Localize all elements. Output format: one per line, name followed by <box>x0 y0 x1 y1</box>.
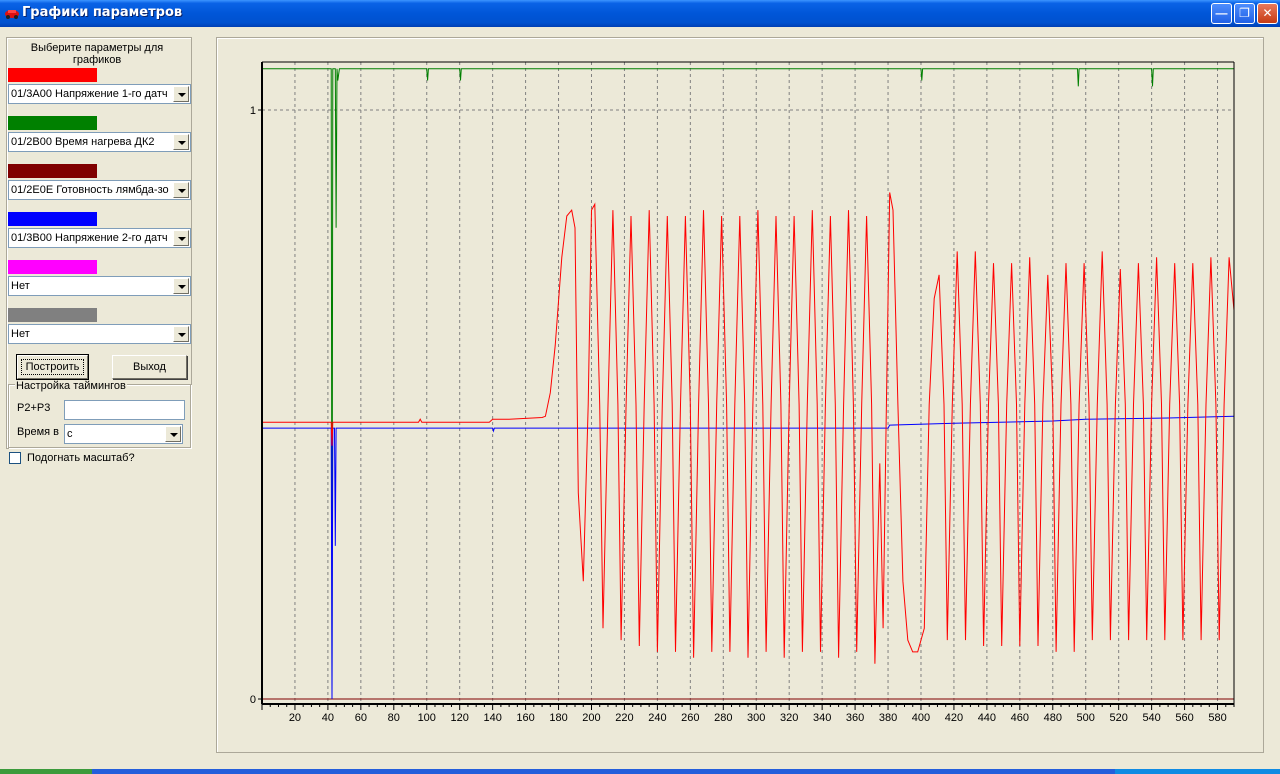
x-tick-label: 560 <box>1175 712 1193 724</box>
x-tick-label: 80 <box>388 712 400 724</box>
x-tick-label: 460 <box>1011 712 1029 724</box>
x-tick-label: 320 <box>780 712 798 724</box>
x-tick-label: 300 <box>747 712 765 724</box>
x-tick-label: 540 <box>1142 712 1160 724</box>
x-tick-label: 340 <box>813 712 831 724</box>
x-tick-label: 140 <box>483 712 501 724</box>
y-axis-ticks: 01 <box>250 105 262 706</box>
x-tick-label: 360 <box>846 712 864 724</box>
x-tick-label: 40 <box>322 712 334 724</box>
x-tick-label: 160 <box>516 712 534 724</box>
x-tick-label: 500 <box>1077 712 1095 724</box>
parameters-chart: 20 40 60 80 100 120 140 160 180 200 220 240 260 280 30… <box>250 61 1235 724</box>
x-tick-label: 380 <box>879 712 897 724</box>
x-tick-label: 220 <box>615 712 633 724</box>
taskbar <box>0 769 1280 774</box>
x-tick-label: 580 <box>1208 712 1226 724</box>
x-tick-label: 20 <box>289 712 301 724</box>
y-tick-label: 0 <box>250 694 256 706</box>
x-tick-label: 480 <box>1044 712 1062 724</box>
x-tick-label: 200 <box>582 712 600 724</box>
x-tick-label: 240 <box>648 712 666 724</box>
x-tick-label: 400 <box>912 712 930 724</box>
x-tick-label: 120 <box>451 712 469 724</box>
x-tick-label: 260 <box>681 712 699 724</box>
x-tick-label: 280 <box>714 712 732 724</box>
x-tick-label: 420 <box>945 712 963 724</box>
x-tick-label: 520 <box>1109 712 1127 724</box>
x-tick-label: 180 <box>549 712 567 724</box>
x-tick-label: 100 <box>418 712 436 724</box>
x-tick-label: 440 <box>978 712 996 724</box>
x-axis-ticks: 20 40 60 80 100 120 140 160 180 200 220 240 260 280 30… <box>261 704 1235 724</box>
x-tick-label: 60 <box>355 712 367 724</box>
y-tick-label: 1 <box>250 105 256 117</box>
